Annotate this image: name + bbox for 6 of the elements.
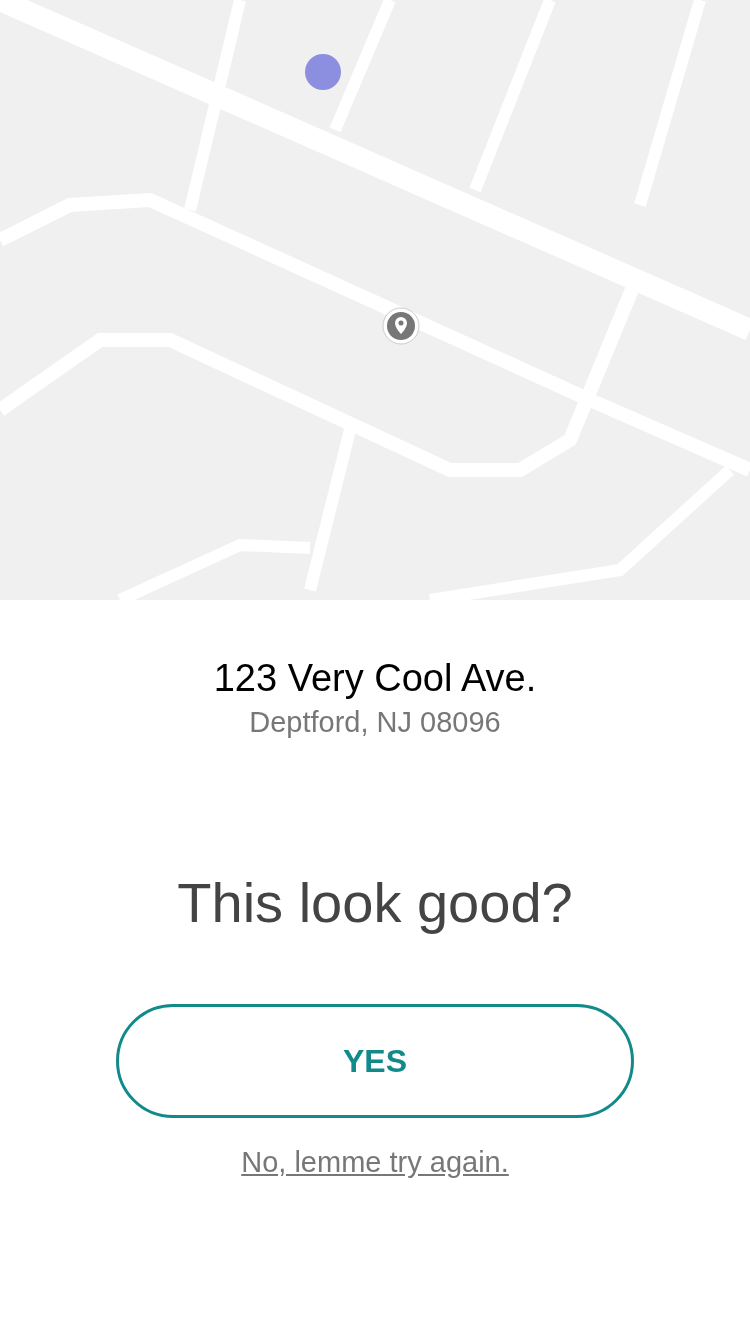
yes-button[interactable]: YES: [116, 1004, 634, 1118]
retry-link[interactable]: No, lemme try again.: [241, 1142, 509, 1182]
address-line: 123 Very Cool Ave.: [213, 656, 537, 701]
city-line: Deptford, NJ 08096: [249, 705, 501, 740]
map-pin-icon: [382, 307, 420, 345]
question-heading: This look good?: [177, 870, 573, 936]
